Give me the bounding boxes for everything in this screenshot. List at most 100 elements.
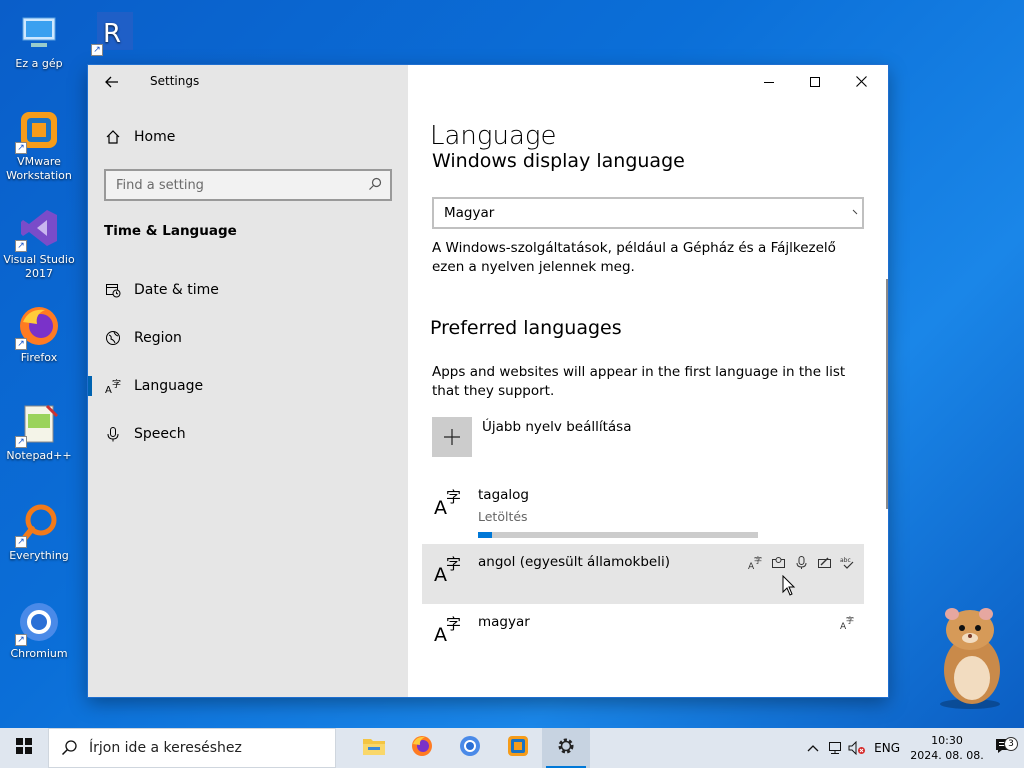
desktop-icon-vmware[interactable]: ↗ VMware Workstation bbox=[0, 108, 78, 183]
sidebar-item-label: Speech bbox=[134, 426, 186, 442]
clock-time: 10:30 bbox=[931, 734, 963, 747]
taskbar-search-box[interactable]: Írjon ide a kereséshez bbox=[48, 728, 336, 768]
desktop-icon-label: Firefox bbox=[20, 351, 58, 364]
dropdown-value: Magyar bbox=[444, 205, 495, 221]
language-features: A字 abc bbox=[747, 554, 856, 571]
taskbar-chromium[interactable] bbox=[446, 728, 494, 768]
microphone-feature-icon bbox=[793, 554, 810, 571]
desktop-icon-vnc[interactable]: R ↗ bbox=[76, 10, 154, 57]
content-scrollbar[interactable] bbox=[886, 279, 888, 509]
desktop-icon-notepadpp[interactable]: ↗ Notepad++ bbox=[0, 402, 78, 463]
desktop-icon-label: Chromium bbox=[10, 647, 68, 660]
mouse-cursor-icon bbox=[782, 574, 796, 601]
taskbar-file-explorer[interactable] bbox=[350, 728, 398, 768]
language-icon: A字 bbox=[434, 487, 464, 521]
taskbar: Írjon ide a kereséshez ENG 10:30 2024. 0… bbox=[0, 728, 1024, 768]
settings-content: Language Windows display language Magyar… bbox=[408, 65, 888, 697]
search-icon bbox=[49, 740, 89, 756]
desktop-icon-everything[interactable]: ↗ Everything bbox=[0, 502, 78, 563]
globe-icon bbox=[88, 330, 134, 346]
sidebar-item-label: Language bbox=[134, 378, 204, 394]
page-title: Language bbox=[430, 121, 557, 151]
firefox-icon: ↗ bbox=[15, 304, 61, 350]
close-button[interactable] bbox=[838, 65, 884, 97]
language-item-hungarian[interactable]: A字 magyar A字 bbox=[422, 604, 864, 664]
language-name: angol (egyesült államokbeli) bbox=[478, 554, 670, 570]
language-icon: A字 bbox=[88, 378, 134, 394]
language-icon: A字 bbox=[434, 614, 464, 648]
language-icon: A字 bbox=[434, 554, 464, 588]
desktop-icon-label: Everything bbox=[9, 549, 69, 562]
notification-count-badge: 3 bbox=[1004, 737, 1018, 751]
svg-text:字: 字 bbox=[446, 488, 461, 506]
chromium-icon bbox=[458, 734, 482, 762]
sidebar-item-region[interactable]: Region bbox=[88, 318, 408, 358]
text-to-speech-feature-icon bbox=[770, 554, 787, 571]
network-icon[interactable] bbox=[824, 741, 846, 755]
back-button[interactable] bbox=[100, 70, 124, 94]
vmware-icon bbox=[506, 734, 530, 762]
svg-text:字: 字 bbox=[112, 378, 121, 390]
language-item-english-us[interactable]: A字 angol (egyesült államokbeli) A字 abc bbox=[422, 544, 864, 604]
taskbar-firefox[interactable] bbox=[398, 728, 446, 768]
chevron-up-icon[interactable] bbox=[802, 744, 824, 752]
everything-icon: ↗ bbox=[15, 502, 61, 548]
notepad-icon: ↗ bbox=[15, 402, 61, 448]
sidebar-item-speech[interactable]: Speech bbox=[88, 414, 408, 454]
display-language-heading: Windows display language bbox=[432, 153, 685, 172]
minimize-icon bbox=[764, 72, 774, 91]
visual-studio-icon: ↗ bbox=[15, 206, 61, 252]
svg-text:abc: abc bbox=[840, 557, 851, 564]
language-status: Letöltés bbox=[478, 509, 528, 524]
title-bar[interactable]: Settings bbox=[88, 65, 408, 97]
chevron-down-icon bbox=[852, 205, 862, 221]
desktop-pet-hamster-icon[interactable] bbox=[928, 600, 1012, 710]
sidebar-item-home[interactable]: Home bbox=[88, 117, 408, 157]
firefox-icon bbox=[410, 734, 434, 762]
action-center-button[interactable]: 3 bbox=[984, 737, 1024, 758]
windows-logo-icon bbox=[16, 738, 32, 758]
desktop-icon-firefox[interactable]: ↗ Firefox bbox=[0, 304, 78, 365]
search-icon bbox=[368, 177, 382, 195]
settings-sidebar: Settings Home Find a setting Time & Lang… bbox=[88, 65, 408, 697]
svg-text:字: 字 bbox=[446, 615, 461, 633]
minimize-button[interactable] bbox=[746, 65, 792, 97]
start-button[interactable] bbox=[0, 728, 48, 768]
volume-muted-icon[interactable] bbox=[846, 741, 868, 755]
sidebar-item-date-time[interactable]: Date & time bbox=[88, 270, 408, 310]
vnc-icon: R ↗ bbox=[91, 10, 137, 56]
clock[interactable]: 10:30 2024. 08. 08. bbox=[910, 733, 984, 763]
search-placeholder: Find a setting bbox=[116, 177, 204, 193]
display-language-note: A Windows-szolgáltatások, például a Géph… bbox=[432, 240, 836, 275]
language-item-tagalog[interactable]: A字 tagalog Letöltés bbox=[422, 477, 864, 538]
folder-icon bbox=[362, 736, 386, 760]
find-setting-input[interactable]: Find a setting bbox=[104, 169, 392, 201]
input-language-indicator[interactable]: ENG bbox=[874, 741, 900, 755]
preferred-languages-note: Apps and websites will appear in the fir… bbox=[432, 364, 846, 399]
svg-text:字: 字 bbox=[846, 615, 854, 625]
settings-window: Settings Home Find a setting Time & Lang… bbox=[88, 65, 888, 697]
sidebar-item-language[interactable]: A字 Language bbox=[88, 366, 408, 406]
language-features: A字 bbox=[839, 614, 856, 631]
taskbar-vmware[interactable] bbox=[494, 728, 542, 768]
sidebar-item-label: Home bbox=[134, 129, 176, 145]
gear-icon bbox=[556, 736, 576, 760]
maximize-icon bbox=[810, 72, 820, 91]
clock-date: 2024. 08. 08. bbox=[910, 749, 984, 762]
display-language-dropdown[interactable]: Magyar bbox=[432, 197, 864, 229]
svg-text:字: 字 bbox=[754, 555, 762, 565]
svg-text:字: 字 bbox=[446, 555, 461, 573]
spellcheck-feature-icon: abc bbox=[839, 554, 856, 571]
maximize-button[interactable] bbox=[792, 65, 838, 97]
desktop-icon-label: Visual Studio 2017 bbox=[3, 253, 75, 280]
download-progress-bar bbox=[478, 532, 758, 538]
vmware-icon: ↗ bbox=[15, 108, 61, 154]
add-language-button[interactable]: Újabb nyelv beállítása bbox=[432, 417, 632, 457]
chromium-icon: ↗ bbox=[15, 600, 61, 646]
desktop-icon-visual-studio[interactable]: ↗ Visual Studio 2017 bbox=[0, 206, 78, 281]
taskbar-search-placeholder: Írjon ide a kereséshez bbox=[89, 740, 242, 756]
desktop-icon-this-pc[interactable]: Ez a gép bbox=[0, 10, 78, 71]
sidebar-item-label: Date & time bbox=[134, 282, 219, 298]
taskbar-settings[interactable] bbox=[542, 728, 590, 768]
desktop-icon-chromium[interactable]: ↗ Chromium bbox=[0, 600, 78, 661]
